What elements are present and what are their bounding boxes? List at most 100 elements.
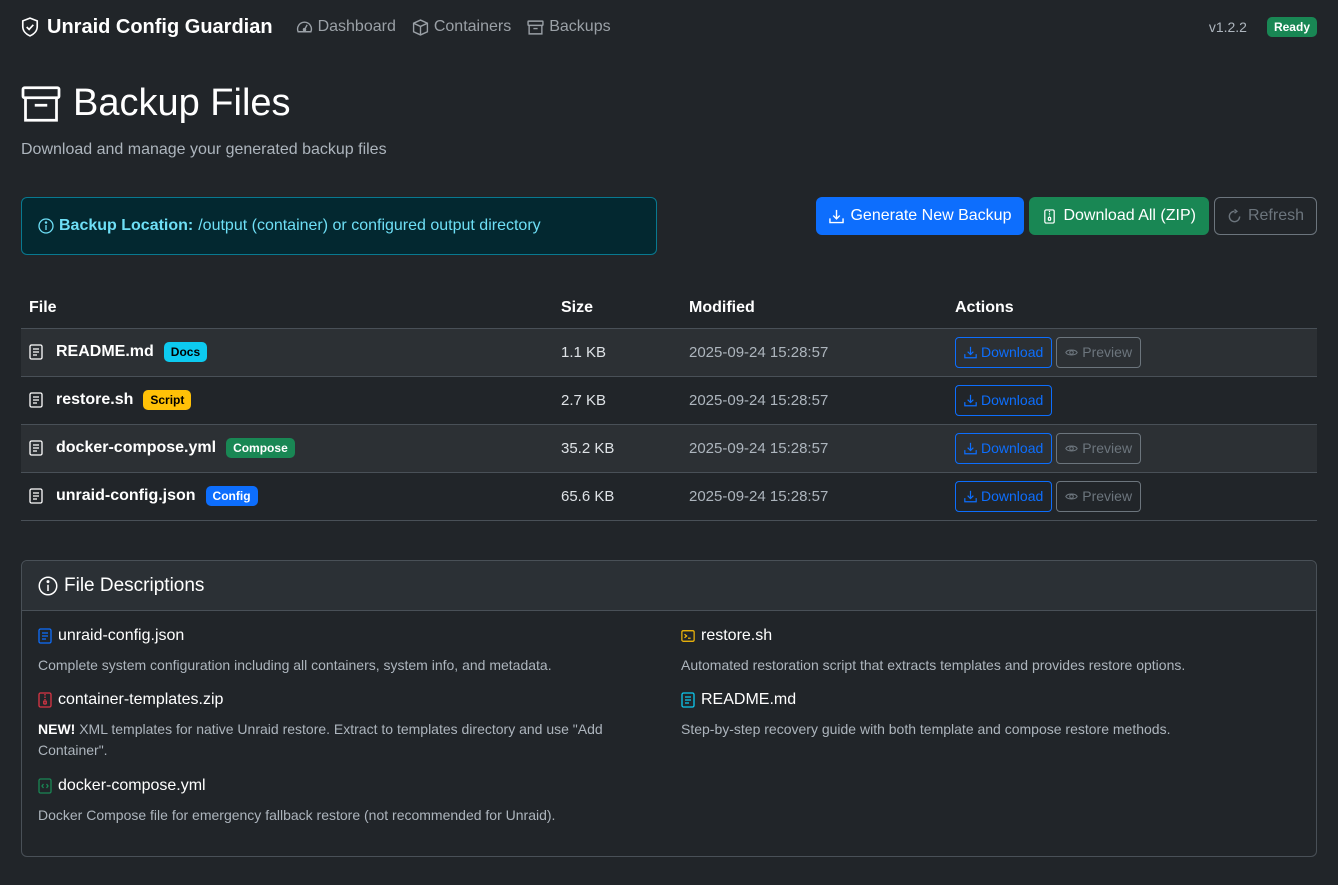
file-text-icon [681, 692, 695, 708]
download-button[interactable]: Download [955, 480, 1053, 512]
download-button[interactable]: Download [955, 432, 1053, 464]
download-label: Download [981, 344, 1044, 360]
file-size: 1.1 KB [553, 328, 681, 377]
brand-title: Unraid Config Guardian [47, 15, 273, 38]
file-modified: 2025-09-24 15:28:57 [681, 328, 947, 377]
column-header-size: Size [553, 288, 681, 329]
table-header-row: File Size Modified Actions [21, 288, 1317, 329]
file-size: 2.7 KB [553, 376, 681, 425]
file-text-icon [29, 392, 43, 408]
table-row: restore.sh Script 2.7 KB 2025-09-24 15:2… [21, 376, 1317, 425]
eye-icon [1065, 493, 1079, 499]
description-item: docker-compose.yml Docker Compose file f… [38, 777, 618, 826]
column-header-modified: Modified [681, 288, 947, 329]
preview-button[interactable]: Preview [1056, 480, 1142, 512]
file-code-icon [38, 778, 52, 794]
file-size: 35.2 KB [553, 424, 681, 473]
alert-text: /output (container) or configured output… [198, 217, 541, 234]
download-button[interactable]: Download [955, 336, 1053, 368]
nav-dashboard[interactable]: Dashboard [296, 18, 396, 36]
card-header: File Descriptions [22, 561, 1316, 611]
download-label: Download [981, 440, 1044, 456]
box-icon [412, 18, 428, 36]
preview-button[interactable]: Preview [1056, 336, 1142, 368]
nav-backups[interactable]: Backups [527, 18, 611, 36]
download-icon [964, 394, 977, 406]
version-label: v1.2.2 [1208, 19, 1247, 35]
file-type-badge: Config [205, 486, 258, 506]
description-text: Automated restoration script that extrac… [681, 657, 1186, 673]
file-name: restore.sh [56, 391, 134, 408]
brand[interactable]: Unraid Config Guardian [21, 16, 273, 39]
table-row: docker-compose.yml Compose 35.2 KB 2025-… [21, 424, 1317, 473]
description-item: README.md Step-by-step recovery guide wi… [681, 691, 1261, 740]
nav-dashboard-label: Dashboard [317, 18, 396, 35]
eye-icon [1065, 445, 1079, 451]
file-text-icon [38, 628, 52, 644]
file-type-badge: Docs [163, 342, 208, 362]
page-subtitle: Download and manage your generated backu… [21, 141, 387, 158]
backup-actions: Generate New Backup Download All (ZIP) R… [816, 197, 1317, 235]
file-descriptions-card: File Descriptions unraid-config.json Com… [21, 560, 1317, 857]
nav-backups-label: Backups [549, 18, 611, 35]
new-label: NEW! [38, 721, 76, 737]
preview-label: Preview [1082, 344, 1133, 360]
generate-backup-button[interactable]: Generate New Backup [816, 197, 1025, 235]
speedometer-icon [296, 21, 312, 32]
refresh-button[interactable]: Refresh [1213, 197, 1317, 235]
terminal-icon [681, 630, 695, 642]
preview-label: Preview [1082, 488, 1133, 504]
file-name: docker-compose.yml [56, 439, 217, 456]
download-icon [964, 490, 977, 502]
refresh-label: Refresh [1247, 207, 1304, 224]
generate-backup-label: Generate New Backup [850, 207, 1012, 224]
download-icon [829, 209, 845, 223]
description-title: restore.sh [701, 627, 773, 644]
file-size: 65.6 KB [553, 472, 681, 521]
description-title: container-templates.zip [58, 691, 224, 708]
archive-icon [21, 85, 61, 122]
description-text: Docker Compose file for emergency fallba… [38, 807, 556, 823]
file-zip-icon [1044, 208, 1056, 224]
file-text-icon [29, 488, 43, 504]
download-icon [964, 442, 977, 454]
info-circle-icon [38, 218, 54, 234]
download-label: Download [981, 488, 1044, 504]
alert-label: Backup Location: [59, 217, 194, 234]
preview-label: Preview [1082, 440, 1133, 456]
download-all-button[interactable]: Download All (ZIP) [1029, 197, 1209, 235]
page-title: Backup Files [21, 82, 387, 125]
page-title-text: Backup Files [73, 82, 291, 124]
preview-button[interactable]: Preview [1056, 432, 1142, 464]
refresh-icon [1228, 208, 1241, 222]
column-header-file: File [21, 288, 553, 329]
file-modified: 2025-09-24 15:28:57 [681, 424, 947, 473]
file-modified: 2025-09-24 15:28:57 [681, 472, 947, 521]
description-title: docker-compose.yml [58, 777, 206, 794]
column-header-actions: Actions [947, 288, 1317, 329]
description-text: XML templates for native Unraid restore.… [38, 721, 603, 758]
description-text: Complete system configuration including … [38, 657, 552, 673]
info-circle-icon [38, 576, 58, 595]
description-title: unraid-config.json [58, 627, 185, 644]
nav-containers[interactable]: Containers [412, 18, 511, 36]
description-item: restore.sh Automated restoration script … [681, 627, 1261, 676]
description-text: Step-by-step recovery guide with both te… [681, 721, 1171, 737]
file-text-icon [29, 440, 43, 456]
nav-containers-label: Containers [433, 18, 512, 35]
file-type-badge: Script [143, 390, 192, 410]
file-type-badge: Compose [226, 438, 295, 458]
file-name: unraid-config.json [56, 487, 196, 504]
download-label: Download [981, 392, 1044, 408]
download-button[interactable]: Download [955, 384, 1053, 416]
backup-files-table: File Size Modified Actions README.md Doc… [21, 288, 1317, 521]
download-icon [964, 346, 977, 358]
file-name: README.md [56, 343, 154, 360]
eye-icon [1065, 349, 1079, 355]
status-badge: Ready [1266, 17, 1317, 37]
page-header: Backup Files Download and manage your ge… [21, 82, 387, 159]
file-text-icon [29, 344, 43, 360]
download-all-label: Download All (ZIP) [1063, 207, 1196, 224]
navbar: Unraid Config Guardian Dashboard Contain… [0, 0, 1338, 54]
file-zip-icon [38, 692, 52, 708]
